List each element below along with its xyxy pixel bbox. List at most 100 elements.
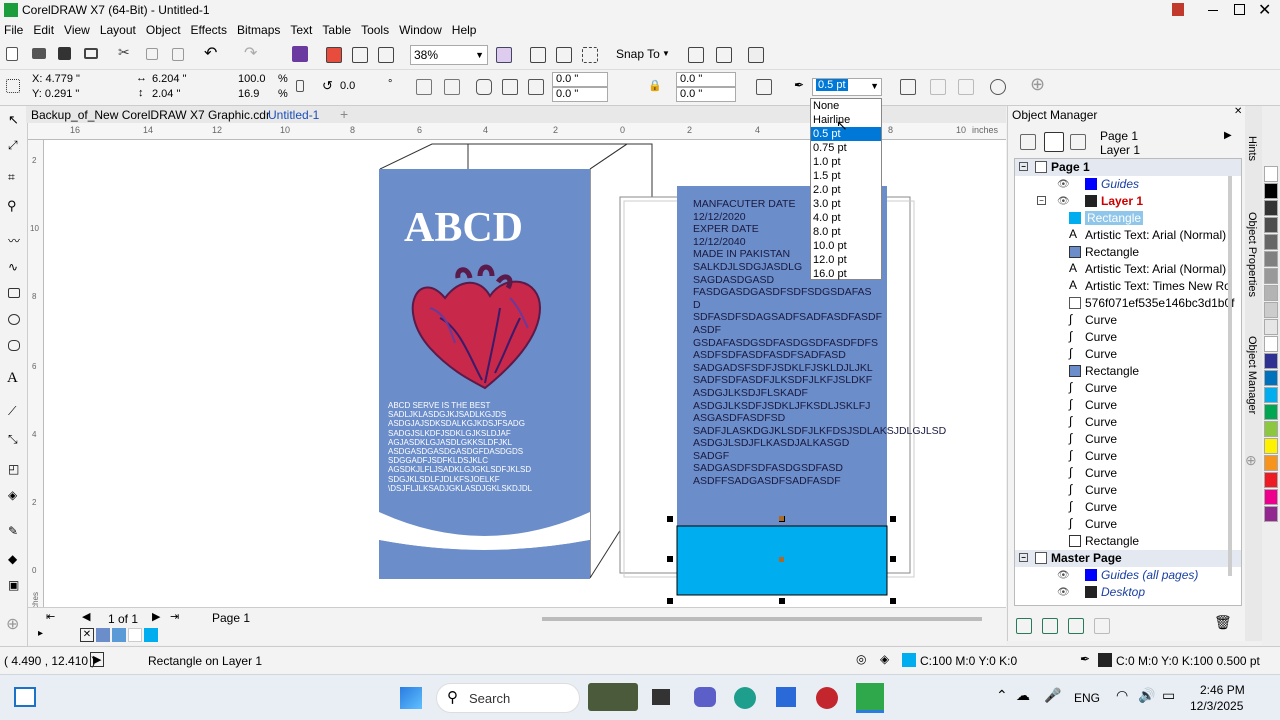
color-swatch[interactable] <box>128 628 142 642</box>
tree-object-row[interactable]: ∫ Curve <box>1015 414 1241 431</box>
taskbar-search[interactable]: ⚲ Search <box>436 683 580 713</box>
palette-swatch[interactable] <box>1264 455 1278 471</box>
palette-swatch[interactable] <box>1264 506 1278 522</box>
pdf-icon[interactable] <box>816 687 838 709</box>
transparency-icon[interactable]: ◈ <box>8 488 17 502</box>
option-10-0pt[interactable]: 10.0 pt <box>811 239 881 253</box>
menu-bitmaps[interactable]: Bitmaps <box>237 20 280 40</box>
artistic-media-icon[interactable]: ∿ <box>8 260 18 274</box>
option-3-0pt[interactable]: 3.0 pt <box>811 197 881 211</box>
visibility-icon[interactable]: 👁 <box>1057 584 1070 601</box>
options-icon[interactable] <box>688 47 704 63</box>
prev-page-icon[interactable]: ◀ <box>82 610 90 623</box>
corner-radius-tl[interactable]: 0.0 " <box>552 72 608 87</box>
tree-object-row[interactable]: ∫ Curve <box>1015 329 1241 346</box>
first-page-icon[interactable]: ⇤ <box>46 610 55 623</box>
drop-shadow-icon[interactable]: ◰ <box>8 462 19 476</box>
document-palette[interactable]: ✕ <box>80 628 160 642</box>
tab-untitled[interactable]: Untitled-1 <box>268 108 319 122</box>
convert-curve-icon[interactable] <box>990 79 1006 95</box>
add-tool-icon[interactable]: ⊕ <box>6 614 19 634</box>
expand-toggle-icon[interactable]: − <box>1019 553 1028 562</box>
palette-swatch[interactable] <box>1264 472 1278 488</box>
scalloped-corner-icon[interactable] <box>502 79 518 95</box>
pick-tool-icon[interactable]: ↖ <box>8 112 19 128</box>
palette-swatch[interactable] <box>1264 268 1278 284</box>
palette-swatch[interactable] <box>1264 404 1278 420</box>
add-icon[interactable]: ⊕ <box>1030 74 1045 95</box>
store-icon[interactable] <box>776 687 796 707</box>
palette-swatch[interactable] <box>1264 302 1278 318</box>
tree-object-row[interactable]: ∫ Curve <box>1015 380 1241 397</box>
panel-expand-icon[interactable]: ▶ <box>1224 130 1232 141</box>
visibility-icon[interactable]: 👁 <box>1057 193 1070 210</box>
user-icon[interactable] <box>1172 3 1184 16</box>
paste-icon[interactable] <box>172 48 184 61</box>
new-tab-icon[interactable]: + <box>340 106 348 122</box>
menu-layout[interactable]: Layout <box>100 20 136 40</box>
option-4-0pt[interactable]: 4.0 pt <box>811 211 881 225</box>
tree-layer-row[interactable]: − 👁 Layer 1 <box>1015 193 1241 210</box>
scale-y-value[interactable]: 16.9 <box>238 88 259 100</box>
publish-pdf-icon[interactable] <box>378 47 394 63</box>
width-value[interactable]: 6.204 " <box>152 73 187 85</box>
crop-tool-icon[interactable]: ⌗ <box>8 170 15 185</box>
color-proof-icon[interactable]: ◎ <box>856 652 866 666</box>
cut-icon[interactable]: ✂ <box>118 44 130 61</box>
tree-scrollbar[interactable] <box>1228 176 1232 576</box>
relative-scaling-icon[interactable] <box>756 79 772 95</box>
visibility-icon[interactable]: 👁 <box>1057 176 1070 193</box>
show-properties-icon[interactable] <box>1020 134 1036 150</box>
move-layer-icon[interactable] <box>1094 618 1110 634</box>
tree-object-row[interactable]: ∫ Curve <box>1015 431 1241 448</box>
rulers-icon[interactable] <box>556 47 572 63</box>
print-icon[interactable] <box>84 48 98 59</box>
tree-object-row[interactable]: A Artistic Text: Arial (Normal) <box>1015 261 1241 278</box>
menu-window[interactable]: Window <box>399 20 442 40</box>
expand-toggle-icon[interactable]: − <box>1037 196 1046 205</box>
app-launcher-icon[interactable] <box>716 47 732 63</box>
scale-x-value[interactable]: 100.0 <box>238 73 266 85</box>
menu-effects[interactable]: Effects <box>191 20 227 40</box>
no-color-swatch[interactable]: ✕ <box>80 628 94 642</box>
palette-swatch[interactable] <box>1264 285 1278 301</box>
page-tab[interactable]: Page 1 <box>212 611 250 625</box>
palette-swatch[interactable] <box>1264 387 1278 403</box>
tree-object-row[interactable]: ∫ Curve <box>1015 499 1241 516</box>
chamfered-corner-icon[interactable] <box>528 79 544 95</box>
tree-object-row[interactable]: A Artistic Text: Times New Ro <box>1015 278 1241 295</box>
polygon-tool-icon[interactable] <box>8 340 20 351</box>
menu-help[interactable]: Help <box>452 20 477 40</box>
interactive-fill-icon[interactable]: ◆ <box>8 552 17 566</box>
wifi-icon[interactable]: ◠ <box>1116 687 1128 704</box>
palette-swatch[interactable] <box>1264 234 1278 250</box>
status-play-icon[interactable]: ▶ <box>90 652 105 667</box>
full-screen-icon[interactable] <box>530 47 546 63</box>
next-page-icon[interactable]: ▶ <box>152 610 160 623</box>
palette-swatch[interactable] <box>1264 370 1278 386</box>
palette-swatch[interactable] <box>1264 421 1278 437</box>
corner-lock-icon[interactable]: 🔒 <box>648 79 662 92</box>
expand-toggle-icon[interactable]: − <box>1019 162 1028 171</box>
to-front-icon[interactable] <box>930 79 946 95</box>
horizontal-scrollbar[interactable] <box>542 617 982 621</box>
widgets-icon[interactable] <box>14 687 36 707</box>
parallel-dimension-icon[interactable]: ⟋ <box>8 404 16 419</box>
option-12-0pt[interactable]: 12.0 pt <box>811 253 881 267</box>
export-icon[interactable] <box>352 47 368 63</box>
onedrive-icon[interactable]: ☁ <box>1016 687 1030 704</box>
palette-swatch[interactable] <box>1264 489 1278 505</box>
menu-edit[interactable]: Edit <box>33 20 54 40</box>
palette-swatch[interactable] <box>1264 319 1278 335</box>
save-icon[interactable] <box>58 47 71 60</box>
delete-icon[interactable]: 🗑 <box>1214 614 1232 631</box>
teams-icon[interactable] <box>694 687 716 707</box>
text-tool-icon[interactable]: A <box>7 370 18 387</box>
menu-file[interactable]: File <box>4 20 23 40</box>
round-corner-icon[interactable] <box>476 79 492 95</box>
clock-date[interactable]: 12/3/2025 <box>1190 699 1243 713</box>
tree-object-row[interactable]: A Artistic Text: Arial (Normal) <box>1015 227 1241 244</box>
palette-swatch[interactable] <box>1264 336 1278 352</box>
minimize-icon[interactable] <box>1208 10 1218 11</box>
x-position[interactable]: X: 4.779 " <box>32 73 80 85</box>
